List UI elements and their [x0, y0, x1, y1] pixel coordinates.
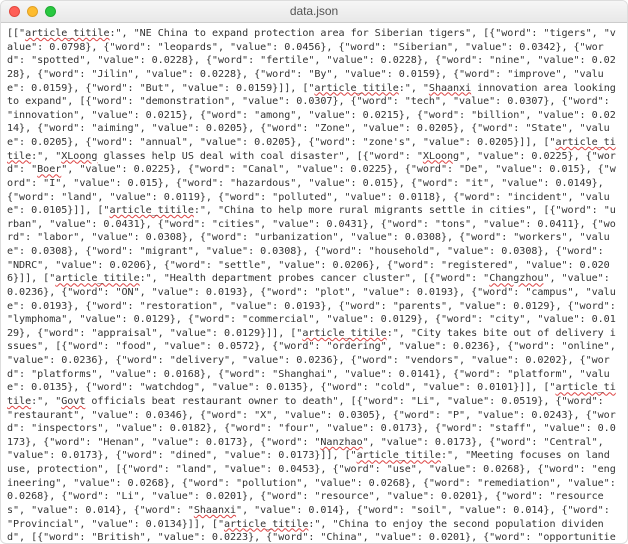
window-title: data.json [1, 3, 627, 19]
window-titlebar: data.json [1, 1, 627, 23]
text-content[interactable]: [["article_titile:", "NE China to expand… [1, 23, 627, 543]
